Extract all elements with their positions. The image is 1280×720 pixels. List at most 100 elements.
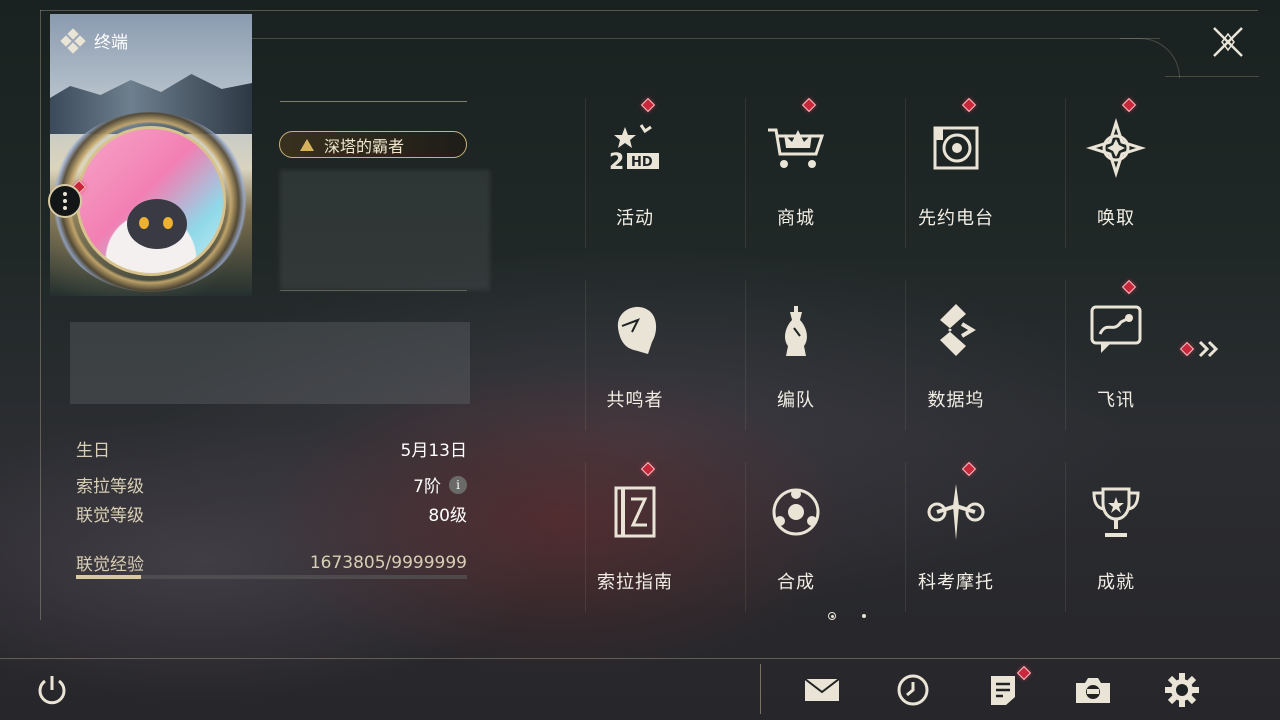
grid-item-guidebook[interactable]: 索拉指南 bbox=[555, 456, 715, 626]
camera-button[interactable] bbox=[1073, 670, 1113, 710]
notice-icon bbox=[991, 676, 1015, 705]
notification-badge bbox=[640, 461, 656, 477]
grid-item-convene-star[interactable]: 唤取 bbox=[1036, 92, 1196, 262]
event-2hd-icon: 2 HD bbox=[603, 118, 667, 178]
notice-button[interactable] bbox=[983, 665, 1032, 710]
grid-divider bbox=[745, 280, 746, 430]
notification-badge bbox=[961, 461, 977, 477]
grid-item-label: 索拉指南 bbox=[597, 572, 673, 593]
stat-sol-rank: 索拉等级 7阶 i bbox=[76, 472, 467, 497]
grid-item-label: 合成 bbox=[777, 572, 815, 593]
motorcycle-icon bbox=[924, 482, 988, 542]
stat-label: 生日 bbox=[76, 441, 110, 461]
stat-union-exp: 联觉经验 1673805/9999999 bbox=[76, 550, 467, 576]
frame-left-line bbox=[40, 10, 41, 620]
synthesis-icon bbox=[764, 482, 828, 542]
notification-badge bbox=[801, 97, 817, 113]
svg-text:2: 2 bbox=[609, 150, 624, 175]
stat-label: 联觉等级 bbox=[76, 506, 144, 526]
grid-item-trophy[interactable]: 成就 bbox=[1036, 456, 1196, 626]
grid-item-label: 成就 bbox=[1097, 572, 1135, 593]
close-button[interactable] bbox=[1208, 24, 1248, 60]
grid-divider bbox=[585, 462, 586, 612]
page-dot[interactable] bbox=[862, 614, 866, 618]
stat-value: 5月13日 bbox=[400, 441, 467, 461]
page-dot-active[interactable] bbox=[828, 612, 836, 620]
close-x-icon bbox=[1213, 27, 1243, 57]
grid-item-label: 先约电台 bbox=[918, 208, 994, 229]
grid-divider bbox=[905, 98, 906, 248]
notification-badge bbox=[1121, 279, 1137, 295]
grid-divider bbox=[1065, 462, 1066, 612]
grid-item-resonator-head[interactable]: 共鸣者 bbox=[555, 274, 715, 444]
radio-icon bbox=[924, 118, 988, 178]
grid-divider bbox=[745, 462, 746, 612]
grid-item-message-chat[interactable]: 飞讯 bbox=[1036, 274, 1196, 444]
chess-team-icon bbox=[764, 300, 828, 360]
clock-button[interactable] bbox=[893, 670, 933, 710]
stat-value: 7阶 bbox=[413, 477, 441, 497]
grid-item-label: 数据坞 bbox=[927, 390, 985, 411]
mail-button[interactable] bbox=[802, 670, 842, 710]
databank-icon bbox=[924, 300, 988, 360]
grid-item-label: 活动 bbox=[616, 208, 654, 229]
grid-item-label: 商城 bbox=[777, 208, 815, 229]
stat-label: 索拉等级 bbox=[76, 477, 144, 497]
grid-divider bbox=[745, 98, 746, 248]
clock-icon bbox=[897, 674, 929, 706]
stat-value: 80级 bbox=[428, 506, 467, 526]
grid-item-radio[interactable]: 先约电台 bbox=[876, 92, 1036, 262]
grid-item-chess-team[interactable]: 编队 bbox=[716, 274, 876, 444]
notification-badge bbox=[640, 97, 656, 113]
grid-item-synthesis[interactable]: 合成 bbox=[716, 456, 876, 626]
info-icon[interactable]: i bbox=[449, 475, 467, 494]
mail-icon bbox=[804, 678, 840, 701]
stat-union-level: 联觉等级 80级 bbox=[76, 501, 467, 526]
grid-divider bbox=[905, 280, 906, 430]
grid-divider bbox=[1065, 280, 1066, 430]
frame-right-line bbox=[1165, 76, 1259, 77]
notification-badge bbox=[1121, 97, 1137, 113]
notification-badge bbox=[961, 97, 977, 113]
double-chevron-right-icon bbox=[1198, 340, 1219, 358]
resonator-head-icon bbox=[603, 300, 667, 360]
power-button[interactable] bbox=[32, 670, 72, 710]
grid-item-label: 科考摩托 bbox=[918, 572, 994, 593]
exp-progress-fill bbox=[76, 575, 142, 579]
frame-inner-line bbox=[250, 38, 1160, 39]
next-page-badge bbox=[1179, 341, 1195, 357]
grid-item-label: 编队 bbox=[777, 390, 815, 411]
title-badge[interactable]: 深塔的霸者 bbox=[279, 131, 467, 158]
grid-item-databank[interactable]: 数据坞 bbox=[876, 274, 1036, 444]
grid-item-shop-crown-cart[interactable]: 商城 bbox=[716, 92, 876, 262]
profile-more-button[interactable] bbox=[48, 184, 82, 218]
grid-divider bbox=[905, 462, 906, 612]
pagination-dots bbox=[828, 612, 866, 620]
svg-text:HD: HD bbox=[631, 155, 653, 170]
grid-item-label: 唤取 bbox=[1097, 208, 1135, 229]
name-divider bbox=[280, 290, 467, 291]
next-page-button[interactable] bbox=[1179, 340, 1220, 358]
guidebook-icon bbox=[603, 482, 667, 542]
frame-curve bbox=[1120, 38, 1180, 78]
settings-button[interactable] bbox=[1162, 670, 1202, 710]
terminal-diamonds-icon bbox=[60, 27, 86, 54]
title-triangle-icon bbox=[300, 138, 314, 151]
settings-gear-icon bbox=[1165, 673, 1199, 707]
grid-item-motorcycle[interactable]: 科考摩托 bbox=[876, 456, 1036, 626]
avatar[interactable] bbox=[76, 126, 226, 276]
title-divider bbox=[280, 101, 467, 102]
frame-top-line bbox=[40, 10, 1258, 11]
blurred-signature-area bbox=[70, 322, 470, 404]
page-title: 终端 bbox=[94, 33, 128, 53]
shop-crown-cart-icon bbox=[764, 118, 828, 178]
terminal-header: 终端 bbox=[60, 27, 128, 54]
grid-divider bbox=[585, 98, 586, 248]
convene-star-icon bbox=[1084, 118, 1148, 178]
grid-item-label: 飞讯 bbox=[1097, 390, 1135, 411]
grid-item-label: 共鸣者 bbox=[606, 390, 664, 411]
bottom-bar-separator bbox=[760, 664, 761, 714]
camera-icon bbox=[1076, 678, 1110, 703]
grid-item-event-2hd[interactable]: 2 HD 活动 bbox=[555, 92, 715, 262]
bottom-bar-line bbox=[0, 658, 1280, 659]
